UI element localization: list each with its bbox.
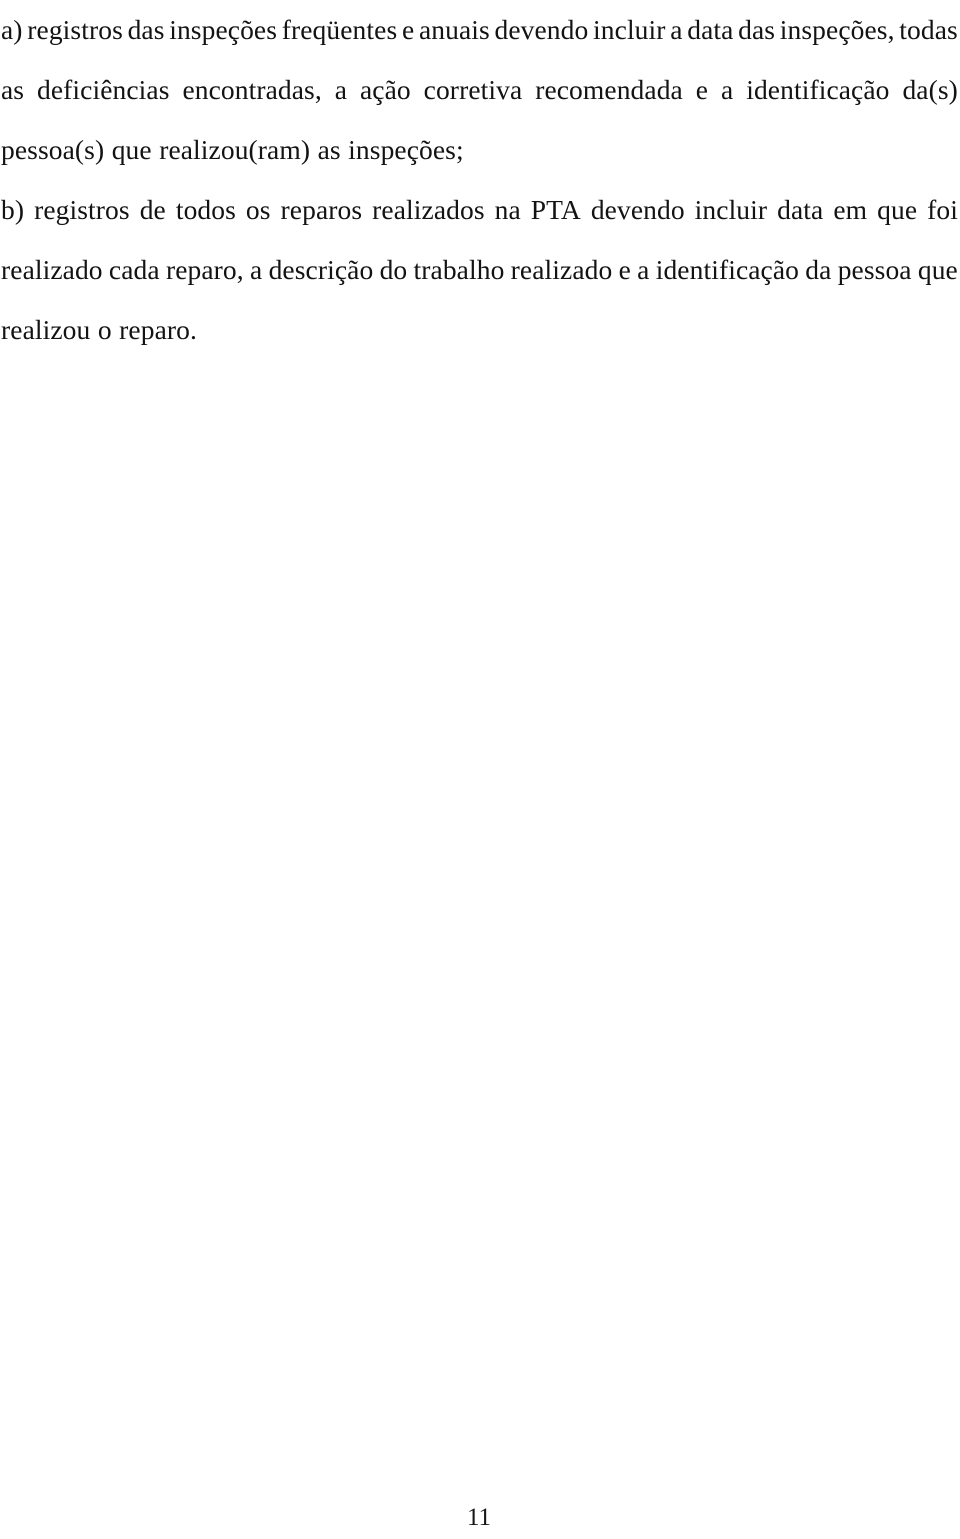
word: a — [670, 14, 683, 45]
word: deficiências — [37, 74, 170, 105]
word: data — [687, 14, 734, 45]
word: a — [334, 74, 348, 105]
text-line: realizado cada reparo, a descrição do tr… — [1, 240, 958, 300]
paragraph-item-a: a) registros das inspeções freqüentes e … — [1, 0, 958, 180]
word: na — [494, 194, 521, 225]
word: realizado — [510, 254, 613, 285]
word: das — [127, 14, 165, 45]
text-line: realizou o reparo. — [1, 314, 197, 345]
word: reparos — [280, 194, 363, 225]
word: identificação — [655, 254, 800, 285]
word: reparo, — [165, 254, 244, 285]
word: que — [917, 254, 958, 285]
word: e — [401, 14, 415, 45]
word: cada — [108, 254, 160, 285]
word: incluir — [593, 14, 666, 45]
word: registros — [34, 194, 130, 225]
word: a) — [1, 14, 23, 45]
word: da(s) — [902, 74, 958, 105]
text-line: as deficiências encontradas, a ação corr… — [1, 60, 958, 120]
word: PTA — [530, 194, 581, 225]
word: data — [777, 194, 824, 225]
word: realizado — [1, 254, 103, 285]
document-body: a) registros das inspeções freqüentes e … — [1, 0, 958, 360]
word: identificação — [746, 74, 890, 105]
word: incluir — [694, 194, 768, 225]
word: freqüentes — [281, 14, 398, 45]
text-line: a) registros das inspeções freqüentes e … — [1, 0, 958, 60]
word: todos — [175, 194, 236, 225]
word: b) — [1, 194, 25, 225]
word: inspeções, — [779, 14, 895, 45]
word: do — [379, 254, 408, 285]
word: ação — [359, 74, 411, 105]
word: devendo — [590, 194, 685, 225]
word: encontradas, — [182, 74, 322, 105]
word: e — [618, 254, 631, 285]
word: corretiva — [423, 74, 523, 105]
word: trabalho — [413, 254, 505, 285]
word: da — [805, 254, 832, 285]
page-footer: 11 — [0, 1503, 960, 1533]
word: de — [139, 194, 166, 225]
word: devendo — [494, 14, 589, 45]
word: a — [721, 74, 734, 105]
word: pessoa — [837, 254, 912, 285]
word: anuais — [418, 14, 490, 45]
text-line: pessoa(s) que realizou(ram) as inspeções… — [1, 134, 464, 165]
page-number: 11 — [466, 1504, 492, 1531]
word: que — [877, 194, 918, 225]
text-line: b) registros de todos os reparos realiza… — [1, 180, 958, 240]
word: e — [695, 74, 709, 105]
word: a — [250, 254, 263, 285]
word: as — [1, 74, 25, 105]
word: todas — [899, 14, 958, 45]
word: recomendada — [535, 74, 683, 105]
word: inspeções — [169, 14, 278, 45]
word: em — [833, 194, 868, 225]
word: registros — [27, 14, 123, 45]
paragraph-item-b: b) registros de todos os reparos realiza… — [1, 180, 958, 360]
document-page: a) registros das inspeções freqüentes e … — [0, 0, 960, 1539]
word: descrição — [268, 254, 374, 285]
word: foi — [927, 194, 958, 225]
word: os — [245, 194, 271, 225]
word: a — [637, 254, 650, 285]
word: realizados — [372, 194, 485, 225]
word: das — [738, 14, 776, 45]
